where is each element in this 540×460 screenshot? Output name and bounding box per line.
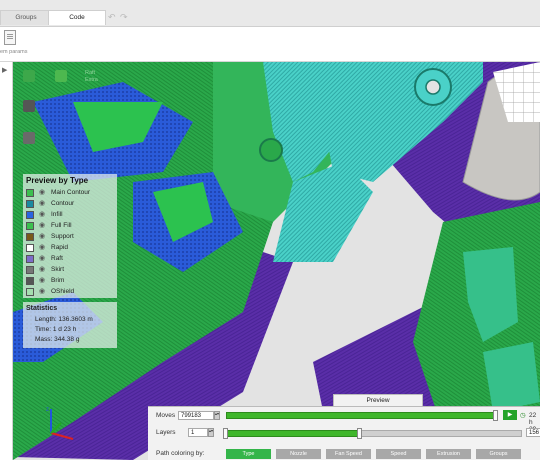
legend-item-label: Raft (51, 255, 63, 262)
eye-icon[interactable]: ◉ (39, 254, 45, 262)
layers-end-thumb[interactable] (357, 428, 363, 439)
viewport-label-extra: Extra (85, 77, 98, 83)
legend-item-label: Infill (51, 211, 63, 218)
moves-slider-track[interactable] (226, 412, 496, 419)
3d-viewport[interactable]: Raft Extra Preview by Type ◉ Main Contour… (13, 62, 540, 460)
legend-item[interactable]: ◉ Infill (26, 210, 116, 220)
layers-start-thumb[interactable] (223, 428, 228, 439)
axis-gizmo-icon: z (46, 407, 74, 440)
coloring-speed-button[interactable]: Speed (376, 449, 421, 459)
eye-icon[interactable]: ◉ (39, 188, 45, 196)
legend-panel: Preview by Type ◉ Main Contour ◉ Contour ◉… (23, 174, 117, 298)
eye-icon[interactable]: ◉ (39, 199, 45, 207)
eye-icon[interactable]: ◉ (39, 232, 45, 240)
legend-item-label: Rapid (51, 244, 68, 251)
coloring-nozzle-button[interactable]: Nozzle (276, 449, 321, 459)
tab-bar: Groups Code ↶ ↷ (0, 0, 540, 27)
swatch (26, 233, 34, 241)
eye-icon[interactable]: ◉ (39, 210, 45, 218)
collapse-arrow-icon[interactable]: ▶ (2, 66, 7, 74)
stat-length: Length: 136.3603 m (35, 316, 93, 323)
raft-view-icon[interactable] (55, 70, 67, 82)
legend-item[interactable]: ◉ Contour (26, 199, 116, 209)
legend-item-label: Support (51, 233, 74, 240)
swatch (26, 288, 34, 296)
redo-icon[interactable]: ↷ (120, 12, 128, 23)
eye-icon[interactable]: ◉ (39, 287, 45, 295)
path-coloring-label: Path coloring by: (156, 450, 205, 457)
legend-item-label: OShield (51, 288, 75, 295)
coloring-groups-button[interactable]: Groups (476, 449, 521, 459)
coloring-fan-speed-button[interactable]: Fan Speed (326, 449, 371, 459)
stat-time: Time: 1 d 23 h (35, 326, 77, 333)
eye-icon[interactable]: ◉ (39, 276, 45, 284)
layer-view-icon[interactable] (23, 70, 35, 82)
legend-item[interactable]: ◉ Skirt (26, 265, 116, 275)
tab-groups[interactable]: Groups (0, 10, 52, 25)
ribbon: em params (0, 27, 540, 62)
moves-slider-thumb[interactable] (493, 410, 498, 421)
stat-mass: Mass: 344.38 g (35, 336, 80, 343)
undo-icon[interactable]: ↶ (108, 12, 116, 23)
legend-item-label: Main Contour (51, 189, 91, 196)
params-icon[interactable] (4, 30, 16, 45)
legend-item[interactable]: ◉ Rapid (26, 243, 116, 253)
coloring-extrusion-button[interactable]: Extrusion (426, 449, 471, 459)
tab-code[interactable]: Code (48, 10, 106, 25)
legend-title: Preview by Type (26, 176, 89, 185)
legend-item[interactable]: ◉ OShield (26, 287, 116, 297)
legend-item-label: Skirt (51, 266, 64, 273)
eye-icon[interactable]: ◉ (39, 221, 45, 229)
swatch (26, 277, 34, 285)
timer-icon: ◷ (520, 412, 526, 419)
swatch (26, 255, 34, 263)
moves-input[interactable]: 799183 (178, 411, 214, 420)
layers-start-spinner[interactable]: ▴▾ (208, 428, 214, 437)
statistics-title: Statistics (26, 305, 58, 312)
legend-item[interactable]: ◉ Full Fill (26, 221, 116, 231)
eye-icon[interactable]: ◉ (39, 243, 45, 251)
left-panel-strip: ▶ (0, 62, 13, 460)
legend-item-label: Contour (51, 200, 75, 207)
legend-item-label: Full Fill (51, 222, 72, 229)
moves-label: Moves (156, 412, 176, 419)
coloring-type-button[interactable]: Type (226, 449, 271, 459)
cube-view-icon[interactable] (23, 100, 35, 112)
moves-spinner[interactable]: ▴▾ (214, 411, 220, 420)
layers-label: Layers (156, 429, 176, 436)
legend-item[interactable]: ◉ Brim (26, 276, 116, 286)
legend-item-label: Brim (51, 277, 65, 284)
viewport-label-raft: Raft (85, 70, 96, 76)
legend-item[interactable]: ◉ Main Contour (26, 188, 116, 198)
play-button[interactable]: ▶ (503, 410, 517, 420)
layers-end-input[interactable]: 156 (526, 428, 540, 437)
swatch (26, 266, 34, 274)
swatch (26, 200, 34, 208)
swatch (26, 244, 34, 252)
svg-text:z: z (46, 407, 49, 413)
statistics-panel: Statistics Length: 136.3603 m Time: 1 d … (23, 302, 117, 348)
camera-view-icon[interactable] (23, 132, 35, 144)
legend-item[interactable]: ◉ Support (26, 232, 116, 242)
swatch (26, 189, 34, 197)
layers-start-input[interactable]: 1 (188, 428, 208, 437)
swatch (26, 211, 34, 219)
params-label[interactable]: em params (0, 49, 28, 55)
layers-slider-fill (226, 430, 360, 437)
eye-icon[interactable]: ◉ (39, 265, 45, 273)
legend-item[interactable]: ◉ Raft (26, 254, 116, 264)
preview-controls: Moves 799183 ▴▾ ▶ ◷ 22 h 29 Layers 1 ▴▾ … (148, 406, 540, 460)
swatch (26, 222, 34, 230)
